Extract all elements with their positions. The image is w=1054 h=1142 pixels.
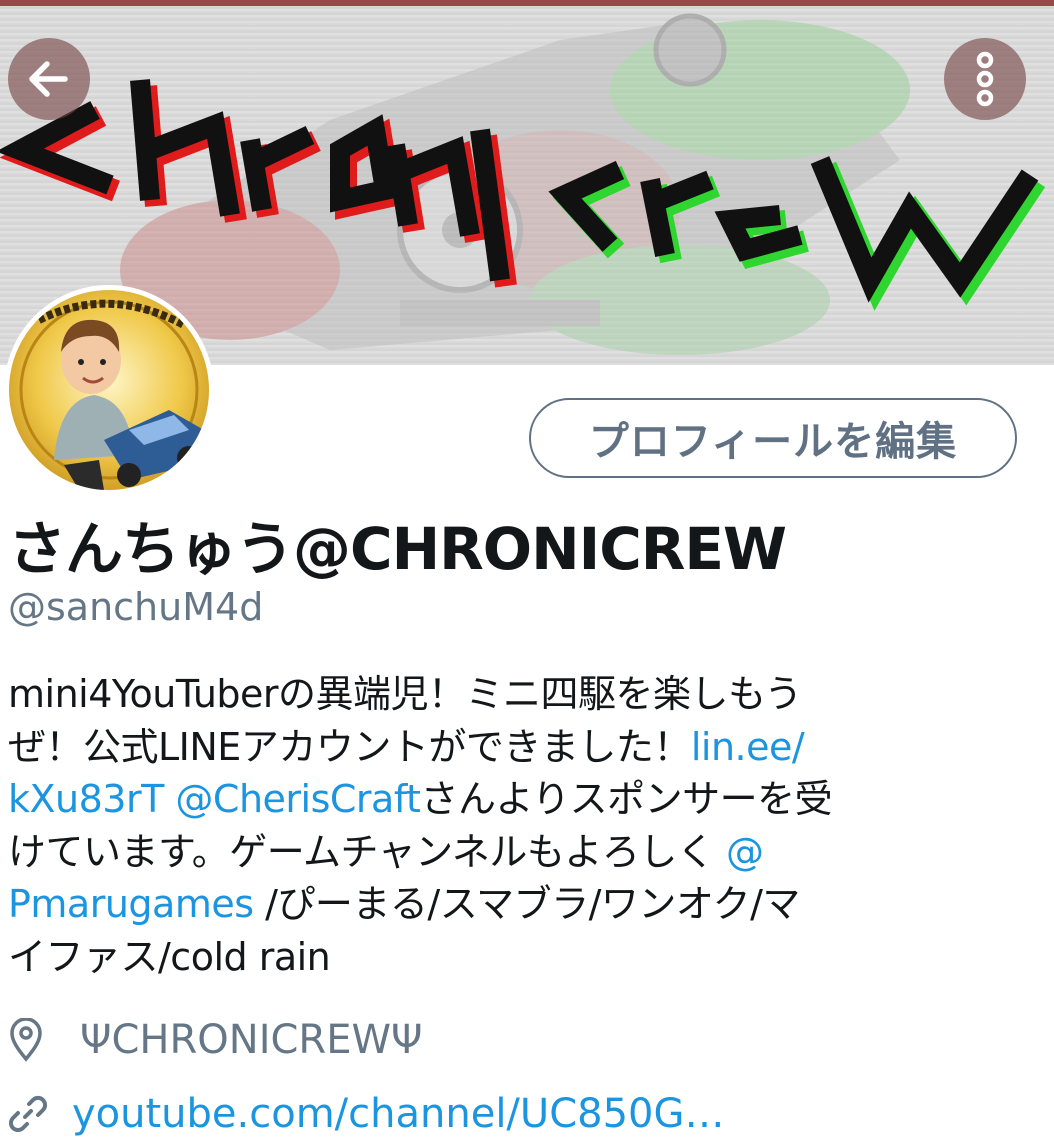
bio-line: イファス/cold rain — [8, 934, 331, 979]
mention-pmarugames-at[interactable]: @ — [726, 830, 764, 874]
profile-website: youtube.com/channel/UC850G… — [8, 1086, 724, 1142]
location-pin-icon — [8, 1018, 44, 1062]
bio-line: Pmarugames /ぴーまる/スマブラ/ワンオク/マ — [8, 882, 800, 926]
user-handle: @sanchuM4d — [8, 585, 264, 629]
back-button[interactable] — [8, 38, 90, 120]
bio-line: mini4YouTuberの異端児！ミニ四駆を楽しもう — [8, 672, 802, 716]
mention-cheriscraft[interactable]: @CherisCraft — [175, 777, 421, 821]
more-vertical-icon — [976, 51, 994, 107]
profile-bio: mini4YouTuberの異端児！ミニ四駆を楽しもう ぜ！公式LINEアカウン… — [8, 668, 1038, 983]
bio-line: kXu83rT @CherisCraftさんよりスポンサーを受 — [8, 777, 833, 821]
profile-location: ΨCHRONICREWΨ — [8, 1012, 423, 1068]
bio-line: けています。ゲームチャンネルもよろしく @ — [8, 829, 764, 874]
website-link[interactable]: youtube.com/channel/UC850G… — [72, 1091, 724, 1137]
display-name: さんちゅう@CHRONICREW — [8, 515, 787, 583]
avatar-illustration — [9, 290, 209, 490]
avatar[interactable] — [4, 285, 214, 495]
mention-pmarugames[interactable]: Pmarugames — [8, 882, 254, 926]
avatar-image — [9, 290, 209, 490]
arrow-left-icon — [29, 61, 68, 97]
edit-profile-label: プロフィールを編集 — [588, 419, 958, 465]
edit-profile-button[interactable]: プロフィールを編集 — [529, 398, 1017, 478]
line-link[interactable]: lin.ee/ — [691, 725, 805, 769]
line-link-continued[interactable]: kXu83rT — [8, 777, 164, 821]
link-icon — [8, 1094, 48, 1134]
bio-line: ぜ！公式LINEアカウントができました！lin.ee/ — [8, 724, 805, 769]
location-text: ΨCHRONICREWΨ — [80, 1017, 423, 1063]
more-options-button[interactable] — [944, 38, 1026, 120]
